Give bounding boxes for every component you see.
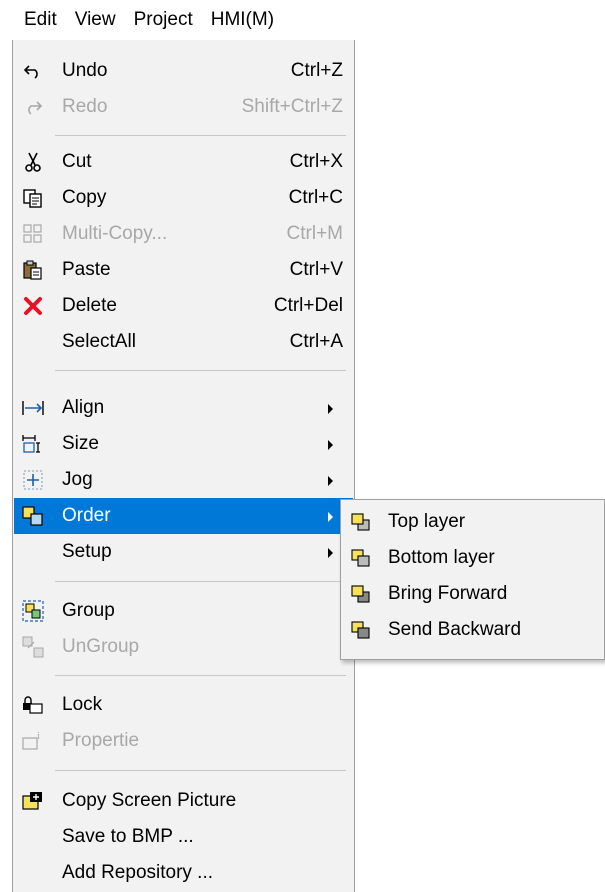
submenu-arrow-icon xyxy=(328,476,333,486)
jog-label: Jog xyxy=(62,469,93,490)
menu-item-copy[interactable]: Copy Ctrl+C xyxy=(14,180,353,216)
lock-label: Lock xyxy=(62,694,103,715)
edit-menu: Undo Ctrl+Z Redo Shift+Ctrl+Z Cut Ctrl+X… xyxy=(12,40,355,892)
select-all-shortcut: Ctrl+A xyxy=(289,331,343,352)
select-all-label: SelectAll xyxy=(62,331,136,352)
multi-copy-shortcut: Ctrl+M xyxy=(286,223,343,244)
separator xyxy=(55,135,346,136)
menu-item-order[interactable]: Order xyxy=(14,498,353,534)
delete-x-icon xyxy=(22,295,44,317)
undo-label: Undo xyxy=(62,60,108,81)
submenu-item-top-layer[interactable]: Top layer xyxy=(342,504,603,540)
copy-screen-picture-icon xyxy=(22,790,44,812)
delete-shortcut: Ctrl+Del xyxy=(273,295,343,316)
copy-screen-picture-label: Copy Screen Picture xyxy=(62,790,237,811)
menu-item-cut[interactable]: Cut Ctrl+X xyxy=(14,144,353,180)
order-label: Order xyxy=(62,505,111,526)
undo-icon xyxy=(22,60,44,82)
menu-item-delete[interactable]: Delete Ctrl+Del xyxy=(14,288,353,324)
group-label: Group xyxy=(62,600,115,621)
size-label: Size xyxy=(62,433,99,454)
bottom-layer-icon xyxy=(350,547,372,569)
cut-label: Cut xyxy=(62,151,92,172)
scissors-icon xyxy=(22,151,44,173)
separator xyxy=(55,581,346,582)
paste-icon xyxy=(22,259,44,281)
top-layer-icon xyxy=(350,511,372,533)
menu-item-add-repository[interactable]: Add Repository ... xyxy=(14,855,353,891)
menu-item-paste[interactable]: Paste Ctrl+V xyxy=(14,252,353,288)
copy-label: Copy xyxy=(62,187,107,208)
send-backward-icon xyxy=(350,619,372,641)
save-to-bmp-label: Save to BMP ... xyxy=(62,826,194,847)
menubar-edit[interactable]: Edit xyxy=(12,0,66,40)
menu-item-propertie[interactable]: i Propertie xyxy=(14,723,353,759)
copy-icon xyxy=(22,187,44,209)
menu-item-size[interactable]: Size xyxy=(14,426,353,462)
menubar-view[interactable]: View xyxy=(66,0,125,40)
undo-shortcut: Ctrl+Z xyxy=(290,60,343,81)
menu-item-copy-screen-picture[interactable]: Copy Screen Picture xyxy=(14,783,353,819)
properties-icon: i xyxy=(22,730,44,752)
align-icon xyxy=(22,397,44,419)
bottom-layer-label: Bottom layer xyxy=(388,547,495,568)
menu-item-ungroup[interactable]: UnGroup xyxy=(14,629,353,665)
paste-shortcut: Ctrl+V xyxy=(289,259,343,280)
menu-item-align[interactable]: Align xyxy=(14,390,353,426)
group-icon xyxy=(22,600,44,622)
menu-item-redo[interactable]: Redo Shift+Ctrl+Z xyxy=(14,89,353,125)
submenu-arrow-icon xyxy=(328,512,333,522)
multi-copy-label: Multi-Copy... xyxy=(62,223,168,244)
order-submenu: Top layer Bottom layer Bring Forward Sen… xyxy=(340,499,605,660)
menubar: Edit View Project HMI(M) xyxy=(12,0,357,40)
propertie-label: Propertie xyxy=(62,730,140,751)
submenu-item-send-backward[interactable]: Send Backward xyxy=(342,612,603,648)
align-label: Align xyxy=(62,397,105,418)
separator xyxy=(55,370,346,371)
submenu-item-bring-forward[interactable]: Bring Forward xyxy=(342,576,603,612)
menu-item-undo[interactable]: Undo Ctrl+Z xyxy=(14,53,353,89)
delete-label: Delete xyxy=(62,295,117,316)
bring-forward-label: Bring Forward xyxy=(388,583,508,604)
submenu-arrow-icon xyxy=(328,548,333,558)
menu-item-setup[interactable]: Setup xyxy=(14,534,353,570)
setup-label: Setup xyxy=(62,541,112,562)
menu-item-lock[interactable]: Lock xyxy=(14,687,353,723)
menu-item-save-to-bmp[interactable]: Save to BMP ... xyxy=(14,819,353,855)
separator xyxy=(55,675,346,676)
paste-label: Paste xyxy=(62,259,111,280)
redo-icon xyxy=(22,96,44,118)
bring-forward-icon xyxy=(350,583,372,605)
multi-copy-icon xyxy=(22,223,44,245)
submenu-item-bottom-layer[interactable]: Bottom layer xyxy=(342,540,603,576)
svg-text:i: i xyxy=(37,731,40,742)
copy-shortcut: Ctrl+C xyxy=(288,187,343,208)
submenu-arrow-icon xyxy=(328,404,333,414)
ungroup-label: UnGroup xyxy=(62,636,140,657)
top-layer-label: Top layer xyxy=(388,511,466,532)
ungroup-icon xyxy=(22,636,44,658)
menu-item-multi-copy[interactable]: Multi-Copy... Ctrl+M xyxy=(14,216,353,252)
redo-label: Redo xyxy=(62,96,108,117)
size-icon xyxy=(22,433,44,455)
jog-icon xyxy=(22,469,44,491)
send-backward-label: Send Backward xyxy=(388,619,522,640)
redo-shortcut: Shift+Ctrl+Z xyxy=(241,96,343,117)
menubar-project[interactable]: Project xyxy=(125,0,202,40)
add-repository-label: Add Repository ... xyxy=(62,862,214,883)
menu-item-jog[interactable]: Jog xyxy=(14,462,353,498)
separator xyxy=(55,770,346,771)
menubar-hmi[interactable]: HMI(M) xyxy=(202,0,283,40)
submenu-arrow-icon xyxy=(328,440,333,450)
cut-shortcut: Ctrl+X xyxy=(289,151,343,172)
menu-item-select-all[interactable]: SelectAll Ctrl+A xyxy=(14,324,353,360)
order-icon xyxy=(22,505,44,527)
menu-item-group[interactable]: Group xyxy=(14,593,353,629)
lock-icon xyxy=(22,694,44,716)
